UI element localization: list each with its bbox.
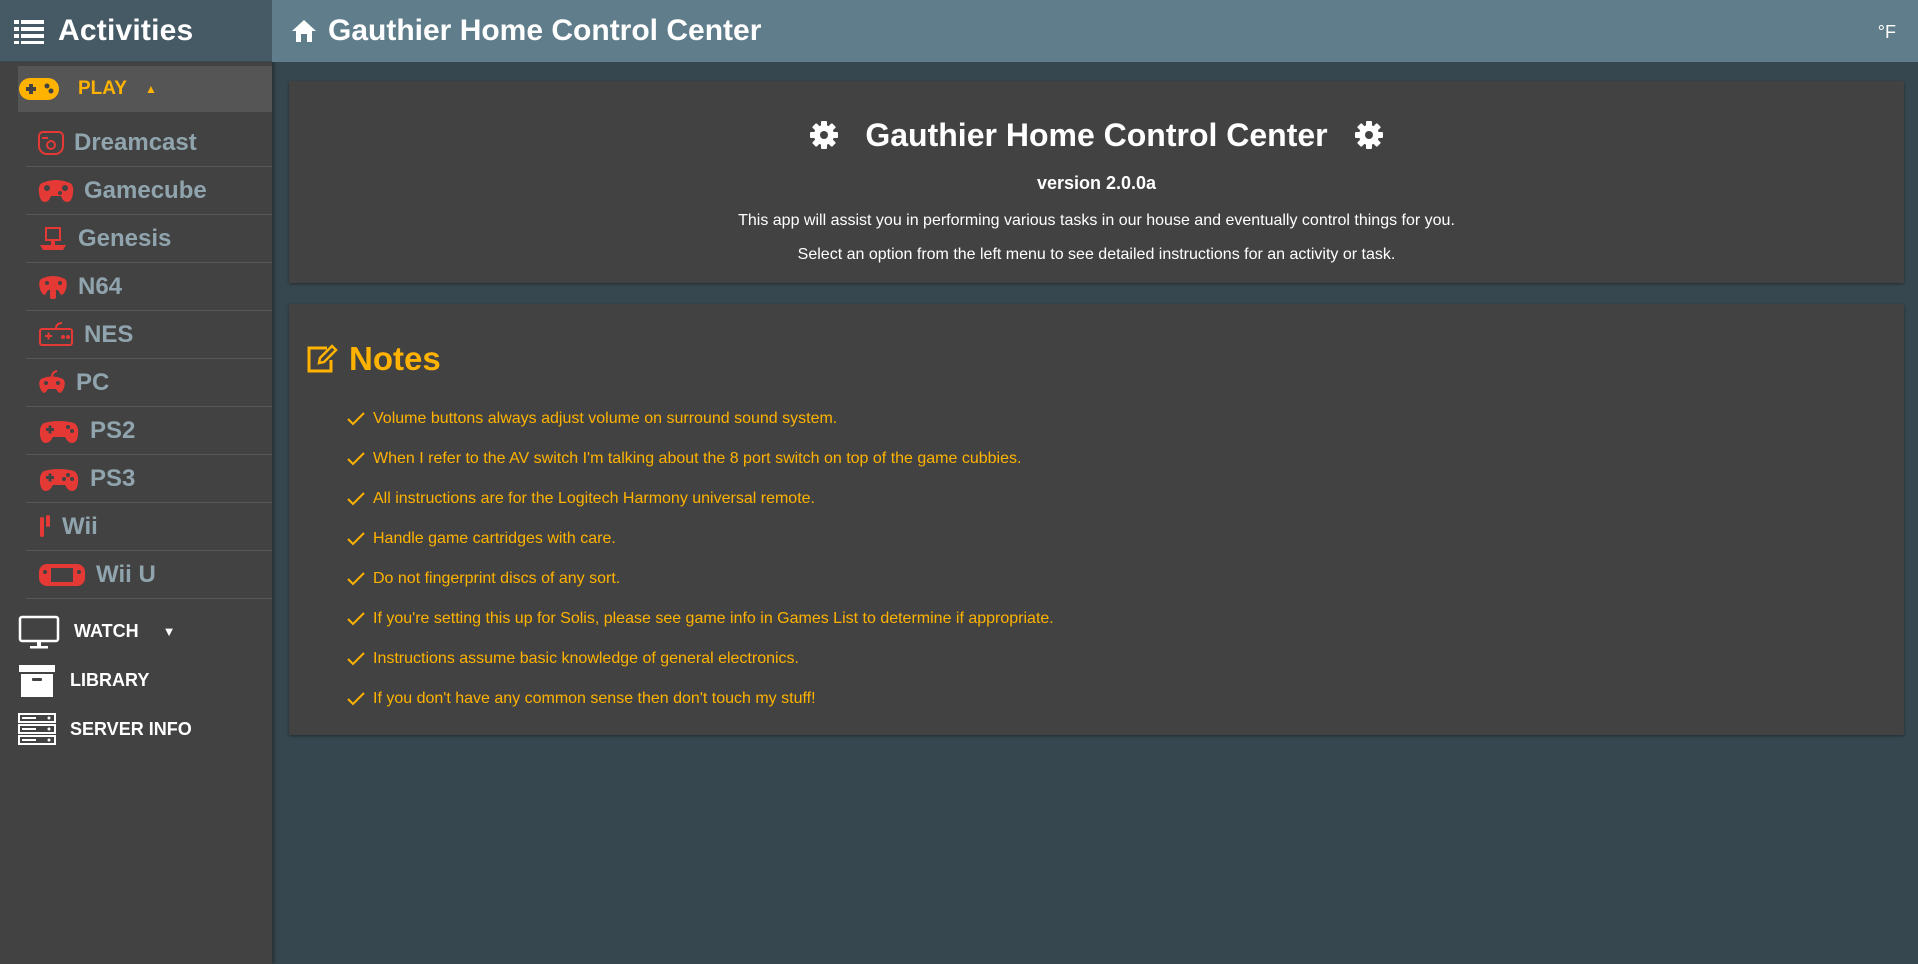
check-icon xyxy=(347,451,365,467)
server-icon xyxy=(18,712,56,747)
welcome-title: Gauthier Home Control Center xyxy=(865,116,1328,153)
nes-controller-icon xyxy=(38,321,74,349)
list-item: When I refer to the AV switch I'm talkin… xyxy=(347,439,1054,479)
sidebar-item-wii[interactable]: Wii xyxy=(26,503,272,551)
gamecube-controller-icon xyxy=(38,177,74,205)
sidebar-item-label: N64 xyxy=(78,272,123,300)
check-icon xyxy=(347,491,365,507)
gamepad-icon xyxy=(18,77,60,101)
check-icon xyxy=(347,651,365,667)
sidebar-item-label: Genesis xyxy=(78,224,172,252)
nav-item-watch-label: WATCH xyxy=(74,621,139,641)
list-item: All instructions are for the Logitech Ha… xyxy=(347,479,1054,519)
list-icon[interactable] xyxy=(14,18,44,44)
sidebar-item-label: PS2 xyxy=(90,416,136,444)
genesis-controller-icon xyxy=(38,225,68,253)
note-text: If you're setting this up for Solis, ple… xyxy=(373,610,1054,627)
sidebar-item-label: Wii xyxy=(62,512,98,540)
notes-card: Notes Volume buttons always adjust volum… xyxy=(289,304,1904,735)
list-item: If you're setting this up for Solis, ple… xyxy=(347,599,1054,639)
sidebar-header: Activities xyxy=(0,0,272,62)
pc-controller-icon xyxy=(38,369,66,397)
welcome-card: Gauthier Home Control Center version 2.0… xyxy=(289,81,1904,283)
list-item: Handle game cartridges with care. xyxy=(347,519,1054,559)
list-item: If you don't have any common sense then … xyxy=(347,679,1054,719)
list-item: Volume buttons always adjust volume on s… xyxy=(347,399,1054,439)
sidebar-item-label: PS3 xyxy=(90,464,136,492)
sidebar: Activities PLAY ▲ Dreamcast Gamecube Gen… xyxy=(0,0,272,964)
check-icon xyxy=(347,411,365,427)
check-icon xyxy=(347,531,365,547)
list-item: Instructions assume basic knowledge of g… xyxy=(347,639,1054,679)
sidebar-item-nes[interactable]: NES xyxy=(26,311,272,359)
sidebar-item-genesis[interactable]: Genesis xyxy=(26,215,272,263)
wii-remote-icon xyxy=(38,513,52,541)
monitor-icon xyxy=(18,615,60,649)
nav-item-server-info[interactable]: SERVER INFO xyxy=(0,705,272,754)
note-text: Do not fingerprint discs of any sort. xyxy=(373,570,621,587)
sidebar-item-n64[interactable]: N64 xyxy=(26,263,272,311)
notes-title: Notes xyxy=(349,340,441,377)
note-text: When I refer to the AV switch I'm talkin… xyxy=(373,450,1022,467)
sidebar-title: Activities xyxy=(58,13,194,47)
home-icon[interactable] xyxy=(290,18,318,44)
sidebar-item-dreamcast[interactable]: Dreamcast xyxy=(26,119,272,167)
temperature-unit: °F xyxy=(1877,22,1896,42)
ps2-controller-icon xyxy=(38,417,80,445)
page-title: Gauthier Home Control Center xyxy=(328,14,762,47)
sidebar-item-pc[interactable]: PC xyxy=(26,359,272,407)
list-item: Do not fingerprint discs of any sort. xyxy=(347,559,1054,599)
caret-up-icon: ▲ xyxy=(144,82,157,96)
note-text: Volume buttons always adjust volume on s… xyxy=(373,410,838,427)
play-submenu: Dreamcast Gamecube Genesis N64 NES PC PS… xyxy=(26,119,272,599)
dreamcast-controller-icon xyxy=(38,129,64,157)
sidebar-item-label: Gamecube xyxy=(84,176,207,204)
check-icon xyxy=(347,691,365,707)
sidebar-item-ps3[interactable]: PS3 xyxy=(26,455,272,503)
note-text: All instructions are for the Logitech Ha… xyxy=(373,490,815,507)
wiiu-gamepad-icon xyxy=(38,561,86,589)
sidebar-item-label: Wii U xyxy=(96,560,156,588)
sidebar-item-label: PC xyxy=(76,368,110,396)
archive-box-icon xyxy=(18,664,56,698)
app-description: This app will assist you in performing v… xyxy=(738,212,1455,229)
gear-icon xyxy=(1354,120,1384,150)
note-text: Instructions assume basic knowledge of g… xyxy=(373,650,799,667)
check-icon xyxy=(347,571,365,587)
note-text: Handle game cartridges with care. xyxy=(373,530,616,547)
top-bar: Gauthier Home Control Center °F xyxy=(272,0,1918,62)
welcome-title-row: Gauthier Home Control Center xyxy=(289,115,1904,155)
ps3-controller-icon xyxy=(38,465,80,493)
sidebar-item-label: Dreamcast xyxy=(74,128,197,156)
nav-item-play-label: PLAY xyxy=(78,78,127,99)
n64-controller-icon xyxy=(38,273,68,301)
check-icon xyxy=(347,611,365,627)
gear-icon xyxy=(809,120,839,150)
edit-icon xyxy=(305,344,339,374)
sidebar-item-wiiu[interactable]: Wii U xyxy=(26,551,272,599)
sidebar-item-ps2[interactable]: PS2 xyxy=(26,407,272,455)
version-label: version 2.0.0a xyxy=(1036,173,1157,193)
caret-down-icon: ▼ xyxy=(162,624,176,639)
nav-item-library[interactable]: LIBRARY xyxy=(0,656,272,705)
notes-list: Volume buttons always adjust volume on s… xyxy=(347,399,1054,719)
sidebar-item-gamecube[interactable]: Gamecube xyxy=(26,167,272,215)
nav-item-play[interactable]: PLAY ▲ xyxy=(18,66,272,112)
sidebar-item-label: NES xyxy=(84,320,134,348)
nav-item-server-info-label: SERVER INFO xyxy=(70,719,192,739)
app-instruction: Select an option from the left menu to s… xyxy=(797,246,1396,263)
notes-header: Notes xyxy=(305,340,441,378)
nav-item-library-label: LIBRARY xyxy=(70,670,150,690)
nav-item-watch[interactable]: WATCH ▼ xyxy=(0,607,272,656)
note-text: If you don't have any common sense then … xyxy=(373,690,816,707)
